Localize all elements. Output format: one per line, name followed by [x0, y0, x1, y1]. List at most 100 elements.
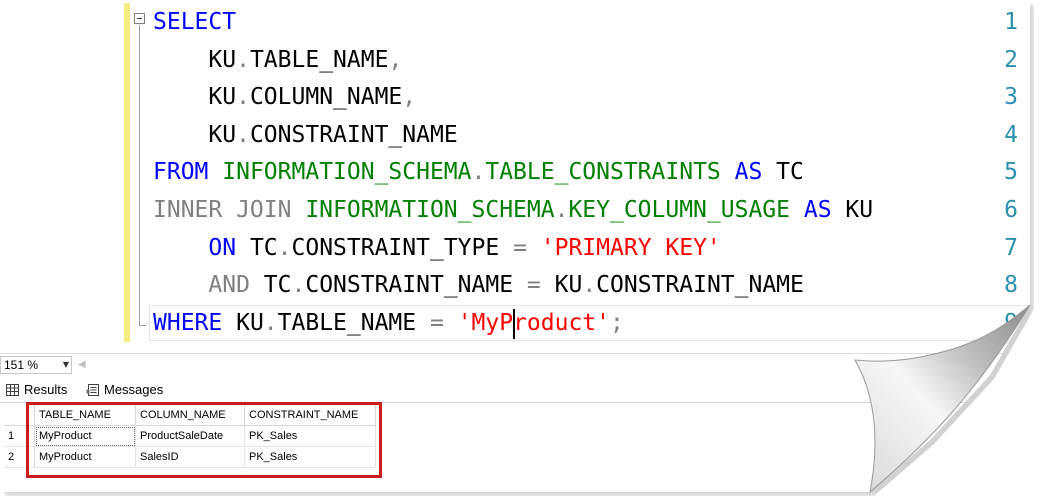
tab-results[interactable]: Results — [6, 380, 67, 400]
code-token: TC — [263, 272, 292, 299]
column-header[interactable]: COLUMN_NAME — [135, 405, 245, 426]
code-token: SELECT — [153, 9, 237, 35]
code-token: CONSTRAINT_TYPE — [291, 234, 514, 261]
code-token: KU — [153, 84, 237, 111]
tab-messages-label: Messages — [104, 382, 164, 397]
code-token: TABLE_CONSTRAINTS — [485, 159, 721, 186]
grid-cell[interactable]: SalesID — [135, 446, 245, 468]
line-number: 4 — [1004, 121, 1018, 148]
code-line[interactable]: WHERE KU.TABLE_NAME = 'MyProduct'; — [153, 305, 624, 343]
code-token: TABLE_NAME — [277, 309, 430, 336]
code-token: KU — [845, 197, 874, 223]
code-token: WHERE — [153, 309, 237, 336]
change-tracking-bar — [124, 3, 130, 342]
column-header[interactable]: CONSTRAINT_NAME — [244, 405, 376, 426]
code-token: . — [554, 197, 569, 223]
code-token: . — [277, 234, 292, 261]
code-line[interactable]: KU.COLUMN_NAME, — [153, 79, 416, 117]
results-table: TABLE_NAME COLUMN_NAME CONSTRAINT_NAME 1… — [4, 405, 376, 468]
code-line[interactable]: KU.CONSTRAINT_NAME — [153, 117, 458, 155]
zoom-dropdown[interactable]: 151 % ▼ — [0, 356, 72, 374]
line-number: 2 — [1004, 46, 1018, 73]
outline-guide-end — [139, 325, 146, 326]
chevron-down-icon[interactable]: ▼ — [63, 358, 69, 372]
editor-status-strip: 151 % ▼ ◀ — [0, 353, 1030, 376]
code-token: INFORMATION_SCHEMA — [305, 197, 555, 223]
code-token: KU — [236, 309, 264, 336]
outline-guide — [139, 25, 140, 325]
code-token: 'MyProduct' — [457, 309, 611, 336]
code-token: . — [236, 84, 250, 111]
code-line[interactable]: AND TC.CONSTRAINT_NAME = KU.CONSTRAINT_N… — [153, 267, 804, 305]
line-number: 6 — [1004, 197, 1018, 223]
line-number: 7 — [1004, 234, 1018, 261]
code-token: KU — [153, 46, 237, 73]
code-token: CONSTRAINT_NAME — [305, 272, 527, 299]
scroll-left-icon[interactable]: ◀ — [78, 357, 86, 373]
code-token: KEY_COLUMN_USAGE — [568, 197, 790, 223]
collapse-region-icon[interactable] — [134, 13, 145, 24]
code-token: ; — [610, 309, 624, 336]
code-token: COLUMN_NAME — [249, 84, 403, 111]
code-token: KU — [153, 121, 237, 148]
messages-icon — [86, 383, 99, 396]
code-line[interactable]: ON TC.CONSTRAINT_TYPE = 'PRIMARY KEY' — [153, 230, 721, 268]
zoom-value: 151 % — [4, 358, 39, 372]
code-token: . — [291, 272, 306, 299]
tab-messages[interactable]: Messages — [86, 380, 163, 400]
code-token: AS — [790, 197, 846, 223]
code-token: . — [236, 46, 250, 73]
grid-header-row: TABLE_NAME COLUMN_NAME CONSTRAINT_NAME — [4, 405, 376, 426]
grid-cell[interactable]: PK_Sales — [244, 425, 376, 447]
line-number: 9 — [1004, 309, 1018, 336]
code-token: INFORMATION_SCHEMA — [222, 159, 472, 186]
code-token: ON — [153, 234, 250, 261]
grid-icon — [6, 383, 19, 396]
table-row[interactable]: 1 MyProduct ProductSaleDate PK_Sales — [4, 425, 376, 447]
code-token: INNER JOIN — [153, 197, 306, 223]
code-line[interactable]: KU.TABLE_NAME, — [153, 42, 402, 80]
grid-cell[interactable]: PK_Sales — [244, 446, 376, 468]
line-number-gutter — [0, 0, 124, 345]
code-token: CONSTRAINT_NAME — [249, 121, 458, 148]
code-token: = — [526, 272, 555, 299]
code-token: TABLE_NAME — [249, 46, 389, 73]
line-number: 1 — [1004, 9, 1018, 35]
results-grid[interactable]: TABLE_NAME COLUMN_NAME CONSTRAINT_NAME 1… — [4, 403, 1024, 489]
code-token: = — [429, 309, 458, 336]
code-token: = — [513, 234, 541, 261]
code-token: . — [236, 121, 250, 148]
code-token: KU — [554, 272, 583, 299]
code-token: AS — [720, 159, 777, 186]
text-caret — [513, 309, 516, 339]
code-token: . — [471, 159, 486, 186]
code-token: 'PRIMARY KEY' — [540, 234, 721, 261]
code-token: AND — [153, 272, 264, 299]
line-number: 3 — [1004, 84, 1018, 111]
code-line[interactable]: INNER JOIN INFORMATION_SCHEMA.KEY_COLUMN… — [153, 192, 873, 230]
grid-cell[interactable]: MyProduct — [34, 446, 136, 468]
results-tab-strip: Results Messages — [0, 378, 1030, 403]
code-token: TC — [776, 159, 804, 186]
column-header[interactable]: TABLE_NAME — [34, 405, 136, 426]
row-number-header[interactable] — [4, 405, 35, 426]
grid-cell[interactable]: MyProduct — [34, 425, 136, 447]
tab-results-label: Results — [24, 382, 68, 397]
code-token: . — [582, 272, 597, 299]
code-line[interactable]: SELECT — [153, 4, 236, 42]
line-number: 8 — [1004, 272, 1018, 299]
row-number[interactable]: 2 — [4, 446, 35, 468]
screenshot-stage: 1 2 3 4 5 6 7 8 9 SELECT KU.TABLE_NAME, … — [0, 0, 1039, 500]
table-row[interactable]: 2 MyProduct SalesID PK_Sales — [4, 446, 376, 468]
code-token: CONSTRAINT_NAME — [596, 272, 804, 299]
query-editor[interactable]: 1 2 3 4 5 6 7 8 9 SELECT KU.TABLE_NAME, … — [0, 0, 1030, 345]
code-token: FROM — [153, 159, 223, 186]
ssms-window: 1 2 3 4 5 6 7 8 9 SELECT KU.TABLE_NAME, … — [0, 0, 1030, 492]
code-line[interactable]: FROM INFORMATION_SCHEMA.TABLE_CONSTRAINT… — [153, 154, 804, 192]
code-token: . — [263, 309, 278, 336]
grid-cell[interactable]: ProductSaleDate — [135, 425, 245, 447]
code-token: , — [388, 46, 403, 73]
code-token: TC — [249, 234, 278, 261]
code-token: , — [402, 84, 417, 111]
row-number[interactable]: 1 — [4, 425, 35, 447]
